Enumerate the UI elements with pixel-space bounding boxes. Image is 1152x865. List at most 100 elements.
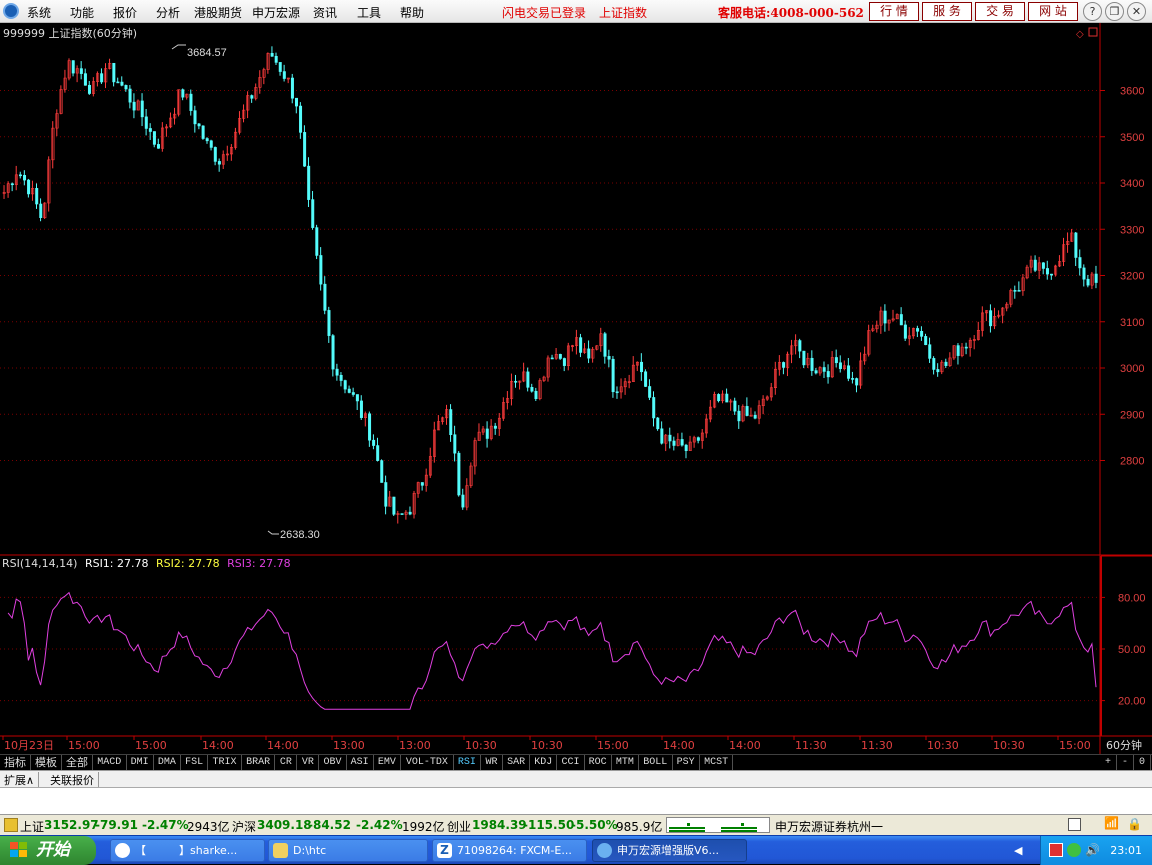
menu-item-analysis[interactable]: 分析: [156, 4, 180, 21]
candle-body: [562, 358, 566, 366]
chart-area[interactable]: 3600 3500 3400 3300 3200 3100 3000 2900 2800 80.…: [0, 23, 1152, 754]
task-item-folder[interactable]: D:\htc: [268, 839, 428, 862]
high-label: 3684.57: [187, 47, 227, 59]
candle-body: [798, 340, 802, 352]
tab-button-website[interactable]: 网 站: [1028, 2, 1078, 21]
indicator-button-emv[interactable]: EMV: [374, 755, 401, 770]
candle-body: [120, 81, 124, 86]
indicator-button-fsl[interactable]: FSL: [181, 755, 209, 770]
clock[interactable]: 23:01: [1110, 844, 1142, 857]
tab-button-service[interactable]: 服 务: [922, 2, 972, 21]
menu-item-system[interactable]: 系统: [27, 4, 51, 21]
menu-item-hk-futures[interactable]: 港股期货: [194, 4, 242, 21]
candle-body: [822, 367, 826, 372]
menu-item-quote[interactable]: 报价: [113, 4, 137, 21]
hotline-text: 客服电话:4008-000-562: [718, 6, 864, 20]
help-icon[interactable]: ?: [1083, 2, 1102, 21]
candle-body: [725, 393, 729, 403]
candle-body: [1013, 290, 1017, 292]
indicator-button-sar[interactable]: SAR: [503, 755, 531, 770]
zoom-button-0[interactable]: +: [1100, 755, 1117, 770]
task-item-swhy[interactable]: 申万宏源增强版V6...: [592, 839, 747, 862]
task-item-fxcm[interactable]: Z 71098264: FXCM-E...: [432, 839, 587, 862]
indicator-button-trix[interactable]: TRIX: [208, 755, 242, 770]
indicator-button-cr[interactable]: CR: [275, 755, 298, 770]
candle-body: [23, 175, 27, 181]
time-tick-label: 10:30: [531, 739, 563, 752]
indicator-button-macd[interactable]: MACD: [93, 755, 127, 770]
indicator-button-wr[interactable]: WR: [481, 755, 503, 770]
indicator-button-vr[interactable]: VR: [297, 755, 320, 770]
indicator-button-dma[interactable]: DMA: [154, 755, 181, 770]
indicator-button-模板[interactable]: 模板: [31, 755, 62, 770]
window-icon[interactable]: [1068, 818, 1081, 831]
indicator-button-brar[interactable]: BRAR: [242, 755, 276, 770]
time-tick-label: 10:30: [993, 739, 1025, 752]
qq-icon: Z: [437, 843, 452, 858]
candle-body: [550, 357, 554, 360]
tray-collapse-icon[interactable]: ◀: [1014, 844, 1022, 857]
candle-body: [1041, 262, 1045, 269]
indicator-button-roc[interactable]: ROC: [585, 755, 612, 770]
swhy-app-icon: [597, 843, 612, 858]
menu-item-swhy[interactable]: 申万宏源: [252, 4, 300, 21]
indicator-button-asi[interactable]: ASI: [347, 755, 374, 770]
menu-item-info[interactable]: 资讯: [313, 4, 337, 21]
time-tick-label: 10:30: [927, 739, 959, 752]
indicator-button-cci[interactable]: CCI: [557, 755, 585, 770]
indicator-button-全部[interactable]: 全部: [62, 755, 93, 770]
tray-security-icon[interactable]: [1067, 843, 1081, 857]
hs-label[interactable]: 沪深: [232, 818, 256, 835]
candle-body: [733, 400, 737, 412]
cy-label[interactable]: 创业: [447, 818, 471, 835]
candle-body: [355, 394, 359, 402]
indicator-button-psy[interactable]: PSY: [673, 755, 700, 770]
candle-body: [611, 358, 615, 393]
indicator-button-obv[interactable]: OBV: [319, 755, 347, 770]
tab-button-market[interactable]: 行 情: [869, 2, 919, 21]
candle-body: [883, 310, 887, 324]
candle-body: [132, 101, 136, 111]
cy-value: 1984.39: [472, 818, 527, 832]
candle-body: [87, 84, 91, 94]
indicator-button-mtm[interactable]: MTM: [612, 755, 639, 770]
candle-body: [916, 328, 920, 332]
diamond-icon[interactable]: ◇: [1076, 29, 1084, 40]
zoom-button-1[interactable]: -: [1117, 755, 1134, 770]
close-icon[interactable]: ✕: [1127, 2, 1146, 21]
period-label[interactable]: 60分钟: [1106, 738, 1142, 752]
candle-body: [810, 357, 814, 371]
indicator-button-boll[interactable]: BOLL: [639, 755, 673, 770]
lock-icon[interactable]: 🔒: [1127, 817, 1142, 831]
rsi-name: RSI(14,14,14): [2, 557, 78, 570]
zoom-button-2[interactable]: 0: [1134, 755, 1151, 770]
tab-expand[interactable]: 扩展∧: [0, 772, 40, 788]
restore-icon[interactable]: ❐: [1105, 2, 1124, 21]
extra-tabs: 扩展∧ 关联报价: [0, 770, 1152, 788]
candle-body: [112, 62, 116, 83]
task-item-sharke[interactable]: 【 】sharke...: [110, 839, 265, 862]
menu-item-function[interactable]: 功能: [70, 4, 94, 21]
start-button[interactable]: 开始: [0, 836, 96, 865]
tray-app-icon[interactable]: [1049, 843, 1063, 857]
rsi-tick-label: 80.00: [1118, 592, 1146, 604]
indicator-button-rsi[interactable]: RSI: [454, 755, 481, 770]
indicator-button-kdj[interactable]: KDJ: [530, 755, 558, 770]
indicator-button-dmi[interactable]: DMI: [127, 755, 154, 770]
sh-label[interactable]: 上证: [20, 818, 44, 835]
indicator-button-指标[interactable]: 指标: [0, 755, 31, 770]
menu-item-tools[interactable]: 工具: [357, 4, 381, 21]
ticker-icon[interactable]: [4, 818, 18, 832]
candle-body: [1033, 259, 1037, 271]
antenna-icon[interactable]: 📶: [1104, 816, 1119, 830]
rsi-legend: RSI(14,14,14) RSI1: 27.78 RSI2: 27.78 RS…: [2, 557, 295, 570]
tab-related-quotes[interactable]: 关联报价: [46, 772, 99, 788]
indicator-button-vol-tdx[interactable]: VOL-TDX: [401, 755, 454, 770]
current-index-label[interactable]: 上证指数: [599, 4, 647, 21]
menu-item-help[interactable]: 帮助: [400, 4, 424, 21]
tab-button-trade[interactable]: 交 易: [975, 2, 1025, 21]
candle-body: [347, 388, 351, 393]
candle-body: [303, 132, 307, 167]
speaker-icon[interactable]: 🔊: [1085, 843, 1100, 857]
indicator-button-mcst[interactable]: MCST: [700, 755, 734, 770]
